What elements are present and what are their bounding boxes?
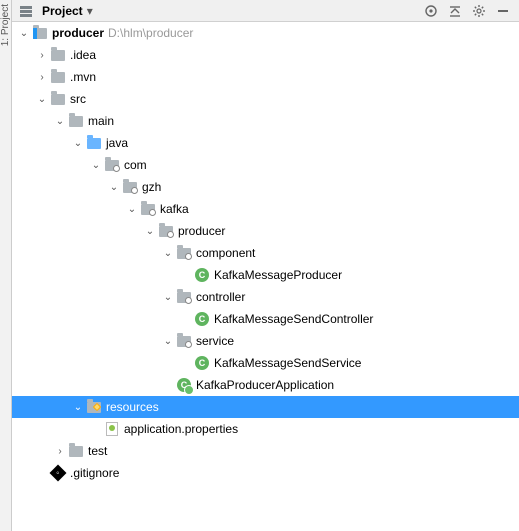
tree-node-kafka-message-send-service[interactable]: › C KafkaMessageSendService bbox=[12, 352, 519, 374]
package-icon bbox=[176, 289, 192, 305]
tree-node-resources[interactable]: ⌄ resources bbox=[12, 396, 519, 418]
node-label: kafka bbox=[160, 202, 189, 216]
node-label: resources bbox=[106, 400, 159, 414]
node-label: KafkaMessageSendService bbox=[214, 356, 361, 370]
tree-node-java[interactable]: ⌄ java bbox=[12, 132, 519, 154]
node-label: .mvn bbox=[70, 70, 96, 84]
chevron-right-icon[interactable]: › bbox=[36, 72, 48, 83]
source-folder-icon bbox=[86, 135, 102, 151]
tree-node-gitignore[interactable]: › ◦ .gitignore bbox=[12, 462, 519, 484]
package-icon bbox=[158, 223, 174, 239]
tree-node-main[interactable]: ⌄ main bbox=[12, 110, 519, 132]
folder-icon bbox=[50, 91, 66, 107]
chevron-down-icon[interactable]: ⌄ bbox=[126, 204, 138, 215]
tree-node-application-properties[interactable]: › application.properties bbox=[12, 418, 519, 440]
node-label: gzh bbox=[142, 180, 161, 194]
tree-node-component[interactable]: ⌄ component bbox=[12, 242, 519, 264]
node-label: KafkaMessageSendController bbox=[214, 312, 373, 326]
node-label: controller bbox=[196, 290, 245, 304]
gitignore-file-icon: ◦ bbox=[50, 465, 66, 481]
java-runnable-class-icon: C bbox=[176, 377, 192, 393]
chevron-down-icon[interactable]: ⌄ bbox=[108, 182, 120, 193]
left-gutter: 1: Project bbox=[0, 0, 12, 531]
tree-node-producer-pkg[interactable]: ⌄ producer bbox=[12, 220, 519, 242]
module-name: producer bbox=[52, 26, 104, 40]
chevron-down-icon[interactable]: ⌄ bbox=[36, 94, 48, 105]
chevron-down-icon[interactable]: ⌄ bbox=[162, 248, 174, 259]
chevron-down-icon[interactable]: ⌄ bbox=[162, 336, 174, 347]
folder-icon bbox=[68, 443, 84, 459]
folder-icon bbox=[50, 69, 66, 85]
tree-node-module[interactable]: ⌄ producer D:\hlm\producer bbox=[12, 22, 519, 44]
view-dropdown-arrow-icon[interactable]: ▾ bbox=[87, 4, 93, 18]
chevron-down-icon[interactable]: ⌄ bbox=[144, 226, 156, 237]
package-icon bbox=[104, 157, 120, 173]
tree-node-com[interactable]: ⌄ com bbox=[12, 154, 519, 176]
node-label: service bbox=[196, 334, 234, 348]
module-folder-icon bbox=[32, 25, 48, 41]
tree-node-controller[interactable]: ⌄ controller bbox=[12, 286, 519, 308]
package-icon bbox=[176, 245, 192, 261]
chevron-down-icon[interactable]: ⌄ bbox=[18, 28, 30, 39]
project-toolwindow-header: Project ▾ bbox=[12, 0, 519, 22]
hide-icon[interactable] bbox=[495, 3, 511, 19]
node-label: application.properties bbox=[124, 422, 238, 436]
java-class-icon: C bbox=[194, 355, 210, 371]
tree-node-gzh[interactable]: ⌄ gzh bbox=[12, 176, 519, 198]
node-label: test bbox=[88, 444, 107, 458]
resources-folder-icon bbox=[86, 399, 102, 415]
chevron-down-icon[interactable]: ⌄ bbox=[72, 402, 84, 413]
package-icon bbox=[176, 333, 192, 349]
locate-icon[interactable] bbox=[423, 3, 439, 19]
tree-node-src[interactable]: ⌄ src bbox=[12, 88, 519, 110]
chevron-right-icon[interactable]: › bbox=[54, 446, 66, 457]
tree-node-test[interactable]: › test bbox=[12, 440, 519, 462]
project-tree[interactable]: ⌄ producer D:\hlm\producer › .idea › .mv… bbox=[12, 22, 519, 531]
package-icon bbox=[140, 201, 156, 217]
tree-node-kafka-message-send-controller[interactable]: › C KafkaMessageSendController bbox=[12, 308, 519, 330]
settings-gear-icon[interactable] bbox=[471, 3, 487, 19]
chevron-down-icon[interactable]: ⌄ bbox=[54, 116, 66, 127]
node-label: .gitignore bbox=[70, 466, 119, 480]
tree-node-kafka-message-producer[interactable]: › C KafkaMessageProducer bbox=[12, 264, 519, 286]
properties-file-icon bbox=[104, 421, 120, 437]
chevron-down-icon[interactable]: ⌄ bbox=[162, 292, 174, 303]
view-selector-label[interactable]: Project bbox=[42, 4, 83, 18]
node-label: producer bbox=[178, 224, 225, 238]
node-label: com bbox=[124, 158, 147, 172]
node-label: .idea bbox=[70, 48, 96, 62]
collapse-all-icon[interactable] bbox=[447, 3, 463, 19]
node-label: main bbox=[88, 114, 114, 128]
tree-node-idea[interactable]: › .idea bbox=[12, 44, 519, 66]
tree-node-service[interactable]: ⌄ service bbox=[12, 330, 519, 352]
tree-node-kafka-producer-application[interactable]: › C KafkaProducerApplication bbox=[12, 374, 519, 396]
java-class-icon: C bbox=[194, 267, 210, 283]
chevron-right-icon[interactable]: › bbox=[36, 50, 48, 61]
tree-node-mvn[interactable]: › .mvn bbox=[12, 66, 519, 88]
node-label: component bbox=[196, 246, 255, 260]
package-icon bbox=[122, 179, 138, 195]
project-tab-vertical[interactable]: 1: Project bbox=[0, 0, 11, 50]
node-label: java bbox=[106, 136, 128, 150]
folder-icon bbox=[68, 113, 84, 129]
module-path: D:\hlm\producer bbox=[108, 26, 193, 40]
project-view-icon bbox=[18, 3, 34, 19]
node-label: KafkaProducerApplication bbox=[196, 378, 334, 392]
chevron-down-icon[interactable]: ⌄ bbox=[72, 138, 84, 149]
chevron-down-icon[interactable]: ⌄ bbox=[90, 160, 102, 171]
folder-icon bbox=[50, 47, 66, 63]
java-class-icon: C bbox=[194, 311, 210, 327]
tree-node-kafka[interactable]: ⌄ kafka bbox=[12, 198, 519, 220]
node-label: KafkaMessageProducer bbox=[214, 268, 342, 282]
node-label: src bbox=[70, 92, 86, 106]
